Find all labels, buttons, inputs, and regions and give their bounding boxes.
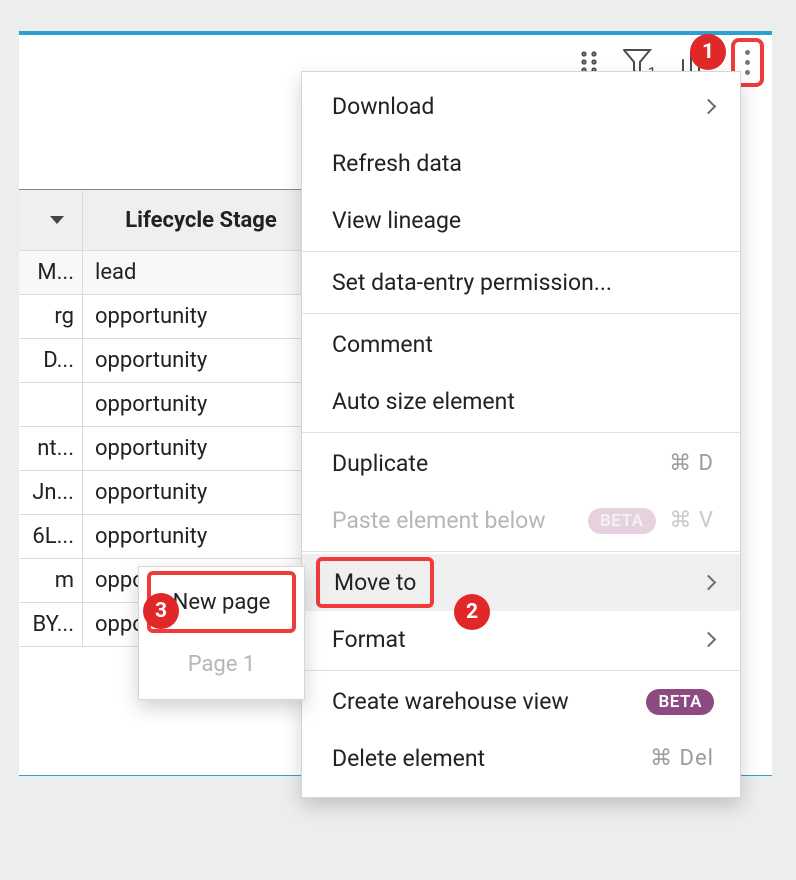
menu-label: Set data-entry permission... (332, 269, 612, 296)
table-row[interactable]: D...opportunity (19, 339, 316, 383)
column-menu-toggle[interactable] (19, 190, 83, 251)
table-row[interactable]: rgopportunity (19, 295, 316, 339)
cell: m (19, 559, 83, 603)
menu-separator (302, 551, 740, 552)
cell: nt... (19, 427, 83, 471)
menu-label: Duplicate (332, 450, 428, 477)
element-context-menu: Download Refresh data View lineage Set d… (301, 71, 741, 798)
callout-badge-3: 3 (143, 593, 179, 629)
menu-separator (302, 432, 740, 433)
beta-badge: BETA (588, 508, 656, 534)
chevron-right-icon (701, 632, 717, 648)
submenu-page-1[interactable]: Page 1 (139, 633, 304, 695)
cell: opportunity (83, 295, 316, 339)
chevron-down-icon (50, 216, 64, 224)
cell: opportunity (83, 427, 316, 471)
beta-badge: BETA (646, 689, 714, 715)
menu-label: Refresh data (332, 150, 462, 177)
submenu-label: New page (173, 590, 271, 615)
menu-label: Paste element below (332, 507, 546, 534)
menu-separator (302, 670, 740, 671)
cell: rg (19, 295, 83, 339)
menu-label: Delete element (332, 745, 485, 772)
callout-highlight: Move to (316, 557, 434, 608)
cell: opportunity (83, 515, 316, 559)
menu-paste-below: Paste element below BETA ⌘ V (302, 492, 740, 549)
table-row[interactable]: M...lead (19, 251, 316, 295)
callout-badge-1: 1 (690, 34, 726, 70)
menu-move-to[interactable]: Move to (302, 554, 740, 611)
cell (19, 383, 83, 427)
chevron-right-icon (701, 99, 717, 115)
cell: 6L... (19, 515, 83, 559)
menu-delete-element[interactable]: Delete element ⌘ Del (302, 730, 740, 787)
table-row[interactable]: Jn...opportunity (19, 471, 316, 515)
shortcut-text: ⌘ Del (650, 746, 714, 771)
cell: opportunity (83, 471, 316, 515)
menu-duplicate[interactable]: Duplicate ⌘ D (302, 435, 740, 492)
cell: D... (19, 339, 83, 383)
menu-label: View lineage (332, 207, 461, 234)
table-row[interactable]: 6L...opportunity (19, 515, 316, 559)
menu-refresh[interactable]: Refresh data (302, 135, 740, 192)
table-row[interactable]: opportunity (19, 383, 316, 427)
shortcut-text: ⌘ V (670, 508, 714, 533)
menu-label: Move to (334, 569, 416, 596)
shortcut-text: ⌘ D (669, 451, 714, 476)
cell: lead (83, 251, 316, 295)
menu-label: Format (332, 626, 406, 653)
menu-lineage[interactable]: View lineage (302, 192, 740, 249)
menu-label: Auto size element (332, 388, 515, 415)
move-to-submenu: New page Page 1 (138, 566, 305, 700)
menu-label: Comment (332, 331, 433, 358)
menu-format[interactable]: Format (302, 611, 740, 668)
menu-separator (302, 313, 740, 314)
kebab-icon (745, 50, 750, 75)
menu-create-warehouse-view[interactable]: Create warehouse view BETA (302, 673, 740, 730)
cell: opportunity (83, 383, 316, 427)
menu-download[interactable]: Download (302, 78, 740, 135)
cell: BY... (19, 603, 83, 647)
submenu-label: Page 1 (188, 652, 256, 677)
menu-data-entry-permission[interactable]: Set data-entry permission... (302, 254, 740, 311)
menu-label: Create warehouse view (332, 688, 569, 715)
table-header-row: Lifecycle Stage (19, 190, 316, 251)
cell: M... (19, 251, 83, 295)
callout-badge-2: 2 (454, 594, 490, 630)
menu-label: Download (332, 93, 434, 120)
cell: opportunity (83, 339, 316, 383)
table-row[interactable]: nt...opportunity (19, 427, 316, 471)
menu-autosize[interactable]: Auto size element (302, 373, 740, 430)
menu-separator (302, 251, 740, 252)
cell: Jn... (19, 471, 83, 515)
column-header-lifecycle[interactable]: Lifecycle Stage (83, 190, 316, 251)
column-header-label: Lifecycle Stage (125, 208, 276, 233)
menu-comment[interactable]: Comment (302, 316, 740, 373)
chevron-right-icon (701, 575, 717, 591)
